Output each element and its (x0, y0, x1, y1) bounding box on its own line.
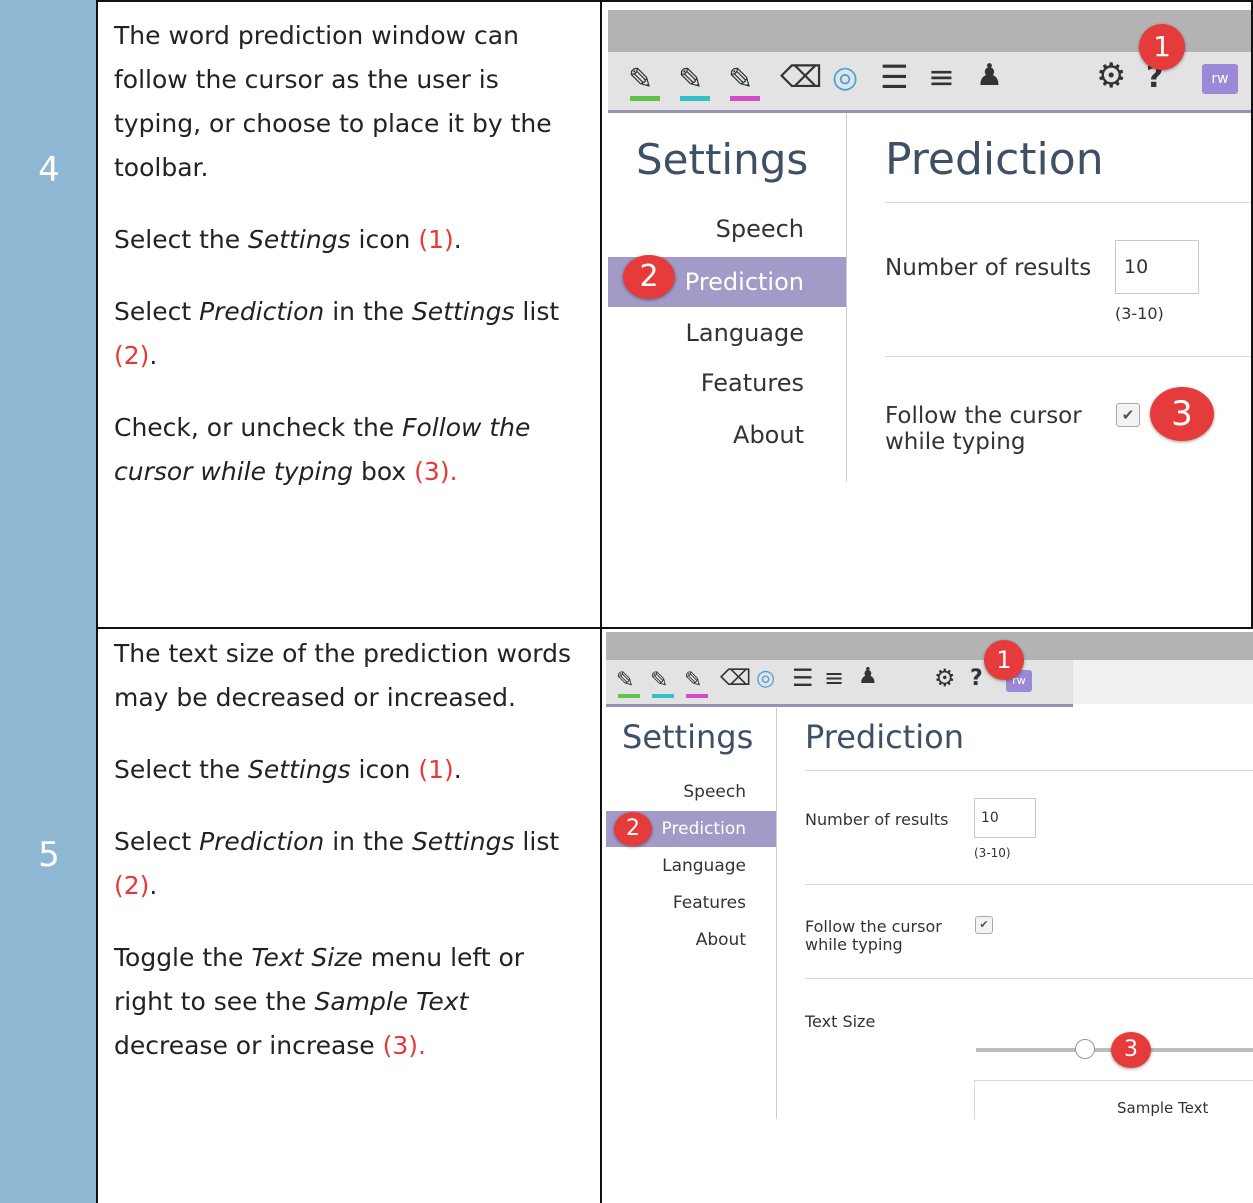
callout-badge-1: 1 (1139, 24, 1185, 70)
instruction-text-cell: The text size of the prediction words ma… (100, 628, 602, 1203)
instruction-text-cell: The word prediction window can follow th… (100, 0, 602, 628)
nav-item-about[interactable]: About (606, 924, 746, 956)
step-prediction: Select Prediction in the Settings list (… (114, 827, 560, 900)
vocabulary-icon[interactable]: ♟ (976, 58, 1003, 93)
callout-badge-3: 3 (1150, 387, 1214, 441)
eraser-icon[interactable]: ⌫ (720, 666, 751, 691)
highlighter-pink-icon[interactable]: ✎ (728, 62, 760, 101)
number-of-results-input[interactable]: 10 (1115, 240, 1199, 294)
nav-item-features[interactable]: Features (608, 363, 804, 403)
settings-nav: Settings Speech Prediction Language Feat… (606, 708, 777, 1119)
step-number-cell: 5 (0, 628, 98, 1203)
collect-highlights-icon[interactable]: ◎ (832, 60, 858, 95)
nav-item-about[interactable]: About (608, 415, 804, 455)
number-of-results-range: (3-10) (1115, 304, 1164, 323)
divider (805, 884, 1253, 885)
intro-text: The text size of the prediction words ma… (114, 639, 572, 712)
sort-list-icon[interactable]: ≡ (928, 58, 955, 96)
panel-title: Prediction (885, 134, 1104, 185)
panel-title: Prediction (805, 718, 964, 756)
divider (885, 356, 1251, 357)
sample-text: Sample Text (1117, 1099, 1209, 1117)
highlighter-green-icon[interactable]: ✎ (616, 668, 640, 698)
follow-cursor-label: Follow the cursor while typing (805, 917, 942, 954)
vocabulary-icon[interactable]: ♟ (858, 664, 878, 689)
divider (805, 770, 1253, 771)
settings-screenshot: ✎ ✎ ✎ ⌫ ◎ ☰ ≡ ♟ ⚙ ? rw 1 Settings Speech… (606, 632, 1253, 1119)
list-icon[interactable]: ☰ (880, 58, 909, 96)
table-row: 5 The text size of the prediction words … (0, 628, 1253, 1203)
toolbar-filler (1073, 660, 1253, 704)
callout-badge-2: 2 (623, 255, 675, 299)
step-number: 4 (38, 150, 60, 190)
intro-text: The word prediction window can follow th… (114, 21, 552, 182)
settings-title: Settings (622, 718, 754, 756)
follow-cursor-label: Follow the cursor while typing (885, 403, 1082, 455)
number-of-results-range: (3-10) (974, 846, 1011, 860)
callout-badge-2: 2 (614, 812, 652, 846)
step-number: 5 (38, 835, 60, 875)
sample-text-box: Sample Text (974, 1080, 1253, 1119)
follow-cursor-checkbox[interactable]: ✔ (1116, 403, 1140, 427)
highlighter-cyan-icon[interactable]: ✎ (650, 668, 674, 698)
settings-title: Settings (636, 135, 809, 184)
nav-item-language[interactable]: Language (606, 850, 746, 882)
highlighter-cyan-icon[interactable]: ✎ (678, 62, 710, 101)
extension-icon[interactable]: rw (1202, 64, 1238, 94)
callout-badge-3: 3 (1111, 1032, 1151, 1068)
text-size-label: Text Size (805, 1012, 876, 1031)
number-of-results-label: Number of results (805, 810, 949, 829)
nav-item-features[interactable]: Features (606, 887, 746, 919)
text-size-slider-thumb[interactable] (1074, 1039, 1095, 1059)
number-of-results-input[interactable]: 10 (974, 798, 1036, 838)
collect-highlights-icon[interactable]: ◎ (756, 666, 775, 691)
table-row: 4 The word prediction window can follow … (0, 0, 1253, 628)
step-follow-cursor: Check, or uncheck the Follow the cursor … (114, 413, 531, 486)
highlighter-green-icon[interactable]: ✎ (628, 62, 660, 101)
step-prediction: Select Prediction in the Settings list (… (114, 297, 560, 370)
nav-item-speech[interactable]: Speech (608, 209, 804, 249)
number-of-results-label: Number of results (885, 255, 1092, 281)
callout-badge-1: 1 (984, 640, 1024, 680)
nav-item-speech[interactable]: Speech (606, 776, 746, 808)
step-number-cell: 4 (0, 0, 98, 628)
eraser-icon[interactable]: ⌫ (780, 60, 822, 95)
step-text-size: Toggle the Text Size menu left or right … (114, 943, 525, 1060)
step-settings-icon: Select the Settings icon (1). (114, 755, 462, 784)
nav-item-language[interactable]: Language (608, 313, 804, 353)
browser-bar (606, 632, 1253, 660)
divider (805, 978, 1253, 979)
gear-icon[interactable]: ⚙ (1096, 56, 1126, 96)
list-icon[interactable]: ☰ (792, 664, 814, 692)
instruction-table: 4 The word prediction window can follow … (0, 0, 1253, 1203)
settings-screenshot: ✎ ✎ ✎ ⌫ ◎ ☰ ≡ ♟ ⚙ ? rw 1 Settings Speech… (608, 10, 1251, 482)
highlighter-pink-icon[interactable]: ✎ (684, 668, 708, 698)
follow-cursor-checkbox[interactable]: ✔ (975, 916, 993, 934)
step-settings-icon: Select the Settings icon (1). (114, 225, 462, 254)
gear-icon[interactable]: ⚙ (934, 664, 956, 692)
help-icon[interactable]: ? (970, 666, 983, 691)
divider (885, 202, 1251, 203)
sort-list-icon[interactable]: ≡ (824, 664, 844, 692)
